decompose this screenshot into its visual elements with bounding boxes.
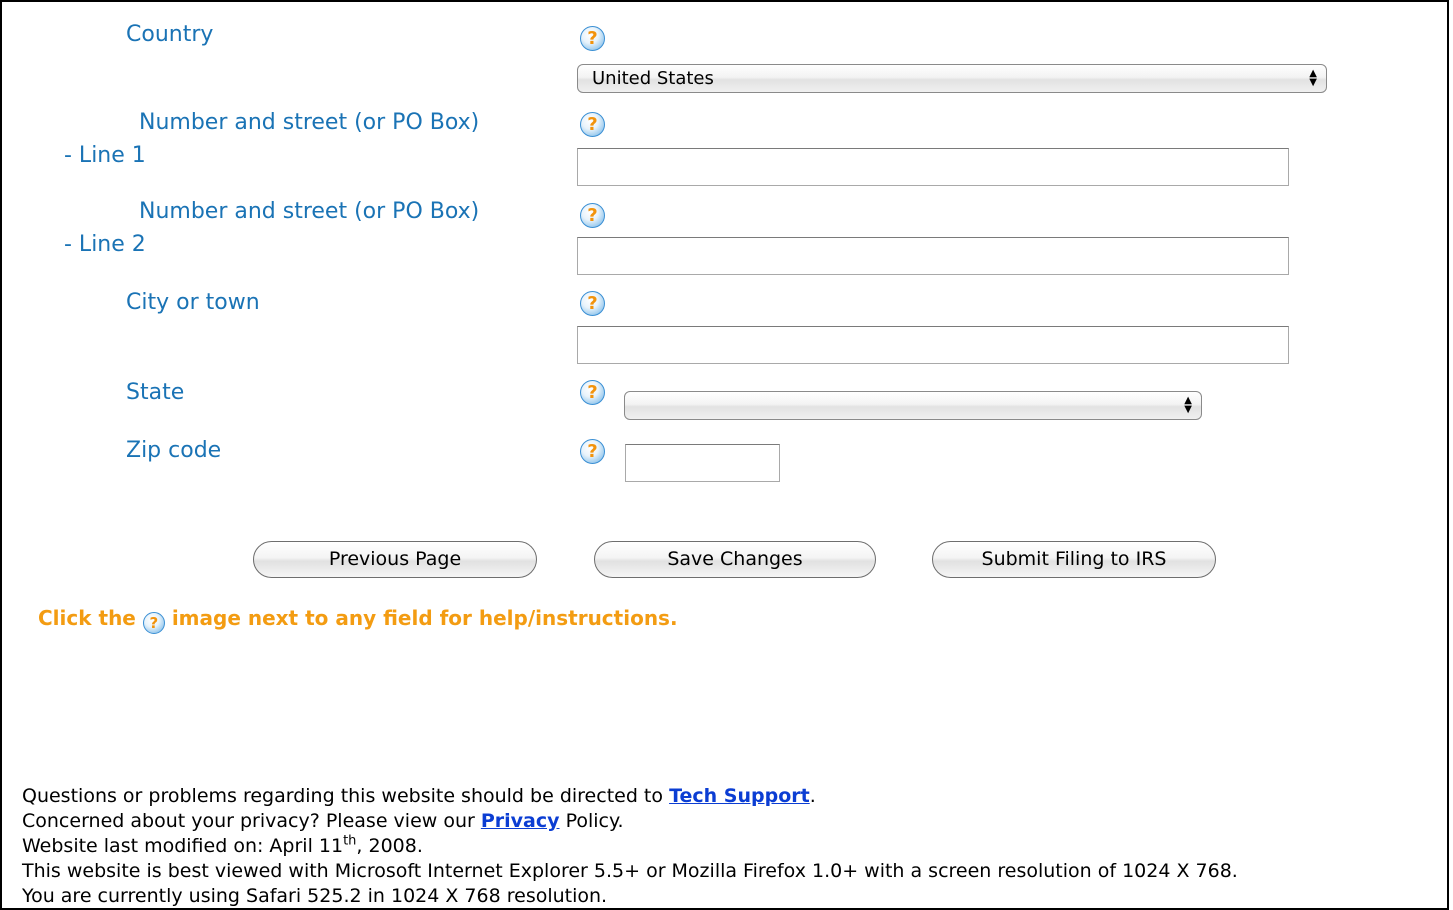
privacy-link[interactable]: Privacy — [481, 810, 560, 832]
street1-input[interactable] — [577, 148, 1289, 186]
submit-filing-button[interactable]: Submit Filing to IRS — [932, 541, 1216, 578]
help-question-icon[interactable]: ? — [580, 291, 605, 316]
footer-current-browser-line: You are currently using Safari 525.2 in … — [22, 885, 608, 907]
help-question-icon[interactable]: ? — [580, 112, 605, 137]
hint-text-after: image next to any field for help/instruc… — [171, 606, 678, 630]
street2-label-line: - Line 2 — [64, 232, 146, 257]
select-arrows-icon: ▲ ▼ — [1309, 68, 1317, 88]
street1-label: Number and street (or PO Box) — [139, 110, 480, 135]
zip-input[interactable] — [625, 444, 780, 482]
zip-label: Zip code — [126, 438, 222, 463]
footer-support-line: Questions or problems regarding this web… — [22, 785, 816, 807]
help-question-icon[interactable]: ? — [580, 203, 605, 228]
footer: Questions or problems regarding this web… — [22, 784, 1437, 909]
hint-text-before: Click the — [38, 606, 136, 630]
country-select[interactable]: United States ▲ ▼ — [577, 64, 1327, 93]
street1-label-line: - Line 1 — [64, 143, 146, 168]
street2-label: Number and street (or PO Box) — [139, 199, 480, 224]
footer-privacy-line: Concerned about your privacy? Please vie… — [22, 810, 624, 832]
help-question-icon[interactable]: ? — [580, 380, 605, 405]
street2-input[interactable] — [577, 237, 1289, 275]
footer-browser-line: This website is best viewed with Microso… — [22, 860, 1238, 882]
city-label: City or town — [126, 290, 260, 315]
country-select-value: United States — [592, 68, 714, 89]
footer-modified-line: Website last modified on: April 11th, 20… — [22, 833, 423, 857]
country-label: Country — [126, 22, 214, 47]
previous-page-button[interactable]: Previous Page — [253, 541, 537, 578]
state-label: State — [126, 380, 185, 405]
tech-support-link[interactable]: Tech Support — [669, 785, 810, 807]
help-question-icon[interactable]: ? — [580, 439, 605, 464]
city-input[interactable] — [577, 326, 1289, 364]
help-question-icon[interactable]: ? — [580, 26, 605, 51]
state-select[interactable]: ▲ ▼ — [624, 391, 1202, 420]
help-hint: Click the ? image next to any field for … — [38, 603, 678, 634]
select-arrows-icon: ▲ ▼ — [1184, 395, 1192, 415]
help-question-icon: ? — [142, 612, 165, 634]
save-changes-button[interactable]: Save Changes — [594, 541, 876, 578]
